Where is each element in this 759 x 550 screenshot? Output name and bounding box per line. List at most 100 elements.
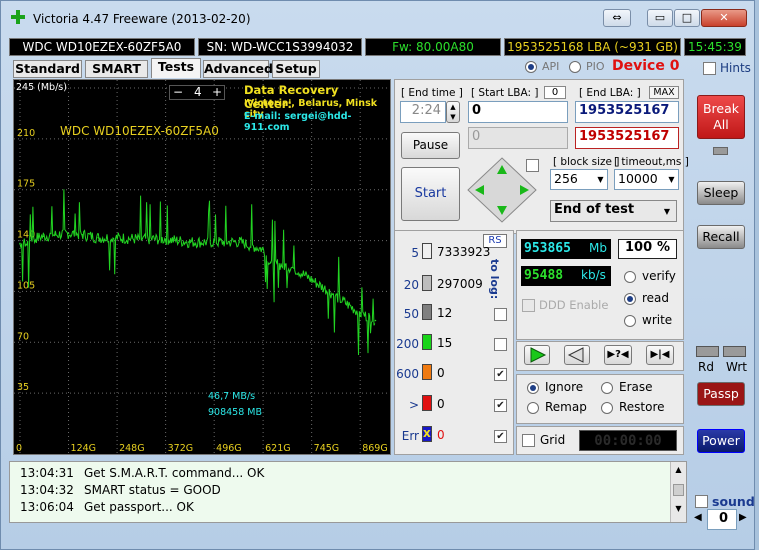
- hints-checkbox[interactable]: [703, 62, 716, 75]
- end-time-spinner[interactable]: ▲ ▼: [446, 101, 460, 123]
- wrt-label: Wrt: [726, 360, 747, 374]
- end-action-select[interactable]: End of test: [550, 200, 677, 222]
- speed-data-point: [332, 293, 334, 296]
- pause-button[interactable]: Pause: [401, 132, 460, 159]
- log-checkbox-6[interactable]: ✔: [494, 430, 507, 443]
- log-line: 13:04:31 Get S.M.A.R.T. command... OK: [20, 466, 264, 480]
- speed-data-point: [293, 267, 295, 269]
- spinner-value: 4: [194, 85, 202, 99]
- err-mark: x: [423, 426, 431, 440]
- read-radio[interactable]: [624, 293, 636, 305]
- x-tick-label: 0: [16, 443, 22, 454]
- timeout-dropdown-icon[interactable]: ▼: [665, 171, 678, 188]
- api-radio[interactable]: [525, 61, 537, 73]
- tab-standard[interactable]: Standard: [13, 60, 82, 78]
- sleep-button[interactable]: Sleep: [697, 181, 745, 205]
- verify-radio[interactable]: [624, 271, 636, 283]
- x-tick-label: 745G: [314, 443, 340, 454]
- log-scrollbar[interactable]: ▲ ▼: [670, 462, 686, 522]
- start-button[interactable]: Start: [401, 167, 460, 221]
- erase-radio[interactable]: [601, 382, 613, 394]
- passp-button[interactable]: Passp: [697, 382, 745, 406]
- minimize-button[interactable]: ▭: [647, 9, 673, 27]
- counter-block-4: [422, 364, 432, 380]
- scroll-up-icon[interactable]: ▲: [671, 462, 686, 478]
- counter-level-4: 600: [396, 367, 419, 381]
- skip-end-icon[interactable]: ▶|◀: [646, 345, 674, 365]
- ddd-checkbox[interactable]: [522, 299, 535, 312]
- sound-spinner-right[interactable]: ▶: [739, 512, 747, 523]
- tab-tests[interactable]: Tests: [151, 58, 201, 78]
- pio-radio[interactable]: [569, 61, 581, 73]
- start-lba-counter: 0: [544, 86, 566, 99]
- counter-value-1: 297009: [437, 277, 483, 291]
- all-label: All: [713, 117, 729, 132]
- speed-data-point: [54, 233, 57, 236]
- remap-radio[interactable]: [527, 402, 539, 414]
- grid-checkbox[interactable]: [522, 434, 535, 447]
- tab-setup[interactable]: Setup: [272, 60, 320, 78]
- counter-block-3: [422, 334, 432, 350]
- end-lba-field[interactable]: 1953525167: [575, 101, 679, 123]
- counter-value-3: 15: [437, 336, 453, 350]
- speed-data-point: [136, 238, 139, 240]
- sound-value[interactable]: 0: [707, 509, 737, 530]
- break-indicator: [713, 147, 728, 155]
- recall-button[interactable]: Recall: [697, 225, 745, 249]
- log-checkbox-5[interactable]: ✔: [494, 399, 507, 412]
- clock: 15:45:39: [684, 38, 746, 56]
- graph-drive-label: WDC WD10EZEX-60ZF5A0: [60, 124, 219, 138]
- graph-unit-label: 245 (Mb/s): [16, 82, 67, 93]
- rd-indicator: [696, 346, 719, 357]
- spinner-plus[interactable]: +: [212, 85, 222, 99]
- app-icon: [11, 10, 25, 24]
- drive-firmware: Fw: 80.00A80: [365, 38, 501, 56]
- x-tick-label: 372G: [168, 443, 194, 454]
- timeout-label: [ timeout,ms ]: [614, 156, 689, 168]
- y-tick-label: 70: [17, 331, 29, 342]
- restore-button[interactable]: ⇔: [603, 9, 631, 27]
- end-action-dropdown-icon[interactable]: ▼: [660, 203, 674, 220]
- rewind-icon[interactable]: [564, 345, 590, 365]
- log-checkbox-3[interactable]: [494, 338, 507, 351]
- rd-label: Rd: [698, 360, 714, 374]
- pio-label: PIO: [586, 60, 605, 73]
- write-radio[interactable]: [624, 315, 636, 327]
- power-button[interactable]: Power: [697, 429, 745, 453]
- end-time-field[interactable]: 2:24: [400, 101, 446, 123]
- spinner-minus[interactable]: −: [173, 85, 183, 99]
- actions-panel: [516, 374, 684, 424]
- window-title: Victoria 4.47 Freeware (2013-02-20): [33, 12, 251, 26]
- sound-label: sound: [712, 494, 755, 509]
- end-time-label: [ End time ]: [401, 87, 463, 99]
- log-line: 13:04:32 SMART status = GOOD: [20, 483, 221, 497]
- speed-data-point: [81, 233, 84, 236]
- sound-spinner-left[interactable]: ◀: [694, 512, 702, 523]
- maximize-button[interactable]: □: [674, 9, 700, 27]
- speed-graph: 210 175 140 105 70 35 0 124G 248G 372G 496G 621G 745…: [13, 79, 391, 455]
- mb-unit: Mb: [589, 241, 607, 255]
- end-lba-label: [ End LBA: ]: [579, 87, 641, 99]
- step-query-icon[interactable]: ▶?◀: [604, 345, 632, 365]
- scroll-thumb[interactable]: [673, 484, 684, 496]
- play-icon[interactable]: [524, 345, 550, 365]
- log-checkbox-4[interactable]: ✔: [494, 368, 507, 381]
- block-size-dropdown-icon[interactable]: ▼: [594, 171, 607, 188]
- sound-checkbox[interactable]: [695, 495, 708, 508]
- counter-block-5: [422, 395, 432, 411]
- ignore-radio[interactable]: [527, 382, 539, 394]
- tab-advanced[interactable]: Advanced: [203, 60, 273, 78]
- log-checkbox-2[interactable]: [494, 308, 507, 321]
- direction-checkbox[interactable]: [526, 159, 539, 172]
- max-button[interactable]: MAX: [649, 86, 679, 99]
- tab-smart[interactable]: SMART: [85, 60, 148, 78]
- speed-data-point: [359, 312, 362, 315]
- scroll-down-icon[interactable]: ▼: [671, 502, 686, 516]
- close-button[interactable]: ✕: [701, 9, 747, 27]
- break-all-button[interactable]: Break All: [697, 95, 745, 139]
- restore-radio[interactable]: [601, 402, 613, 414]
- grid-label: Grid: [540, 433, 566, 447]
- speed-data-point: [310, 279, 313, 281]
- x-tick-label: 124G: [71, 443, 97, 454]
- start-lba-field[interactable]: 0: [468, 101, 568, 123]
